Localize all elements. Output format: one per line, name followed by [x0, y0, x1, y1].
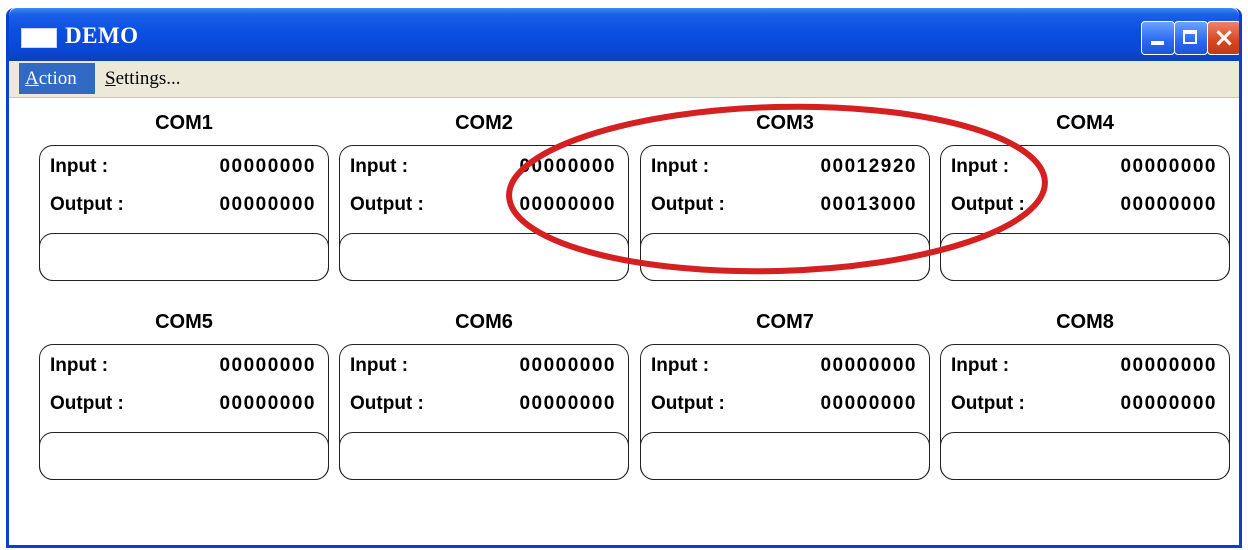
input-row: Input : 00000000 [350, 355, 616, 383]
com-port-label: COM5 [155, 311, 213, 333]
com-port-label: COM1 [155, 112, 213, 134]
com-port-label: COM4 [1056, 112, 1114, 134]
status-box [39, 432, 329, 480]
input-label: Input : [951, 355, 1010, 376]
close-button[interactable]: × [1207, 21, 1239, 55]
menu-settings-mnemonic: S [105, 68, 116, 89]
output-row: Output : 00000000 [951, 393, 1217, 421]
window-title: DEMO [65, 23, 139, 48]
status-box [640, 233, 930, 281]
com-port-panel: Input : 00000000 Output : 00000000 [339, 344, 629, 480]
input-label: Input : [951, 156, 1010, 177]
demo-window: DEMO × Action Settings... COM1 Input : 000… [6, 8, 1242, 548]
output-count: 00000000 [1120, 194, 1217, 215]
output-row: Output : 00000000 [50, 393, 316, 421]
output-count: 00013000 [820, 194, 917, 215]
output-label: Output : [951, 194, 1025, 215]
com-port-panel: Input : 00000000 Output : 00000000 [940, 145, 1230, 281]
input-row: Input : 00000000 [951, 355, 1217, 383]
input-row: Input : 00000000 [50, 156, 316, 184]
com-port-panel: Input : 00000000 Output : 00000000 [940, 344, 1230, 480]
menu-action-mnemonic: A [25, 68, 39, 89]
input-row: Input : 00000000 [350, 156, 616, 184]
input-count: 00000000 [820, 355, 917, 376]
input-label: Input : [350, 355, 409, 376]
output-label: Output : [350, 194, 424, 215]
com-port-label: COM3 [756, 112, 814, 134]
com-port-panel: Input : 00000000 Output : 00000000 [640, 344, 930, 480]
status-box [339, 233, 629, 281]
com-port-panel: Input : 00000000 Output : 00000000 [339, 145, 629, 281]
input-label: Input : [350, 156, 409, 177]
output-count: 00000000 [519, 393, 616, 414]
output-row: Output : 00000000 [651, 393, 917, 421]
com-port-label: COM2 [455, 112, 513, 134]
menu-settings-label: ettings... [115, 68, 181, 89]
output-row: Output : 00000000 [951, 194, 1217, 222]
input-label: Input : [651, 355, 710, 376]
output-count: 00000000 [820, 393, 917, 414]
output-label: Output : [50, 194, 124, 215]
close-icon: × [1213, 23, 1235, 53]
output-count: 00000000 [219, 393, 316, 414]
input-row: Input : 00000000 [50, 355, 316, 383]
menu-bar: Action Settings... [9, 61, 1239, 98]
com-port-label: COM8 [1056, 311, 1114, 333]
menu-action[interactable]: Action [19, 63, 95, 94]
input-count: 00000000 [519, 355, 616, 376]
maximize-icon [1183, 30, 1197, 44]
title-bar[interactable]: DEMO × [9, 8, 1239, 61]
maximize-button[interactable] [1174, 21, 1208, 55]
com-port-label: COM6 [455, 311, 513, 333]
input-count: 00012920 [820, 156, 917, 177]
output-label: Output : [350, 393, 424, 414]
output-row: Output : 00013000 [651, 194, 917, 222]
input-label: Input : [50, 156, 109, 177]
input-count: 00000000 [1120, 156, 1217, 177]
output-label: Output : [951, 393, 1025, 414]
output-count: 00000000 [219, 194, 316, 215]
input-count: 00000000 [519, 156, 616, 177]
status-box [940, 233, 1230, 281]
status-box [39, 233, 329, 281]
status-box [640, 432, 930, 480]
output-row: Output : 00000000 [50, 194, 316, 222]
input-count: 00000000 [219, 156, 316, 177]
input-row: Input : 00012920 [651, 156, 917, 184]
output-label: Output : [50, 393, 124, 414]
output-count: 00000000 [1120, 393, 1217, 414]
output-count: 00000000 [519, 194, 616, 215]
input-label: Input : [50, 355, 109, 376]
com-port-panel: Input : 00000000 Output : 00000000 [39, 344, 329, 480]
input-count: 00000000 [1120, 355, 1217, 376]
com-port-panel: Input : 00012920 Output : 00013000 [640, 145, 930, 281]
window-app-icon[interactable] [21, 28, 57, 48]
output-label: Output : [651, 194, 725, 215]
input-label: Input : [651, 156, 710, 177]
status-box [339, 432, 629, 480]
menu-settings[interactable]: Settings... [99, 63, 187, 94]
input-row: Input : 00000000 [651, 355, 917, 383]
input-count: 00000000 [219, 355, 316, 376]
com-port-panel: Input : 00000000 Output : 00000000 [39, 145, 329, 281]
minimize-icon [1151, 41, 1164, 45]
input-row: Input : 00000000 [951, 156, 1217, 184]
menu-action-label: ction [38, 68, 77, 89]
output-row: Output : 00000000 [350, 393, 616, 421]
minimize-button[interactable] [1141, 21, 1175, 55]
output-label: Output : [651, 393, 725, 414]
com-port-label: COM7 [756, 311, 814, 333]
status-box [940, 432, 1230, 480]
output-row: Output : 00000000 [350, 194, 616, 222]
